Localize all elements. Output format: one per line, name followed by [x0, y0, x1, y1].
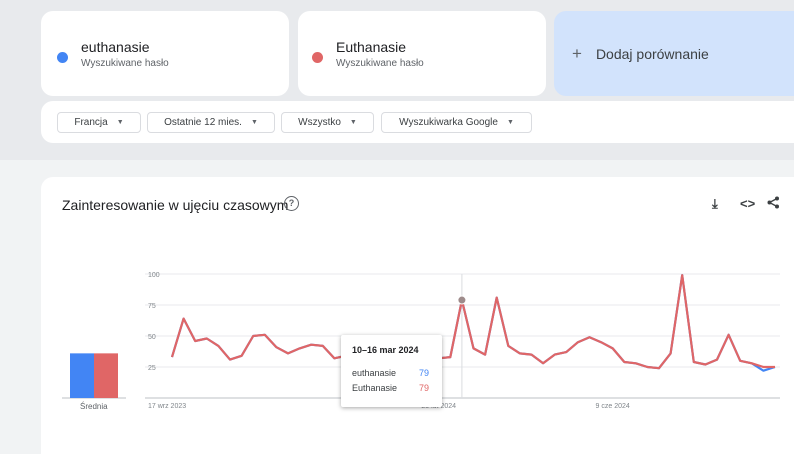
- tooltip-value: 79: [419, 382, 430, 393]
- tooltip-value: 79: [419, 367, 430, 378]
- tooltip-row: Euthanasie 79: [352, 380, 442, 395]
- y-tick-label: 100: [148, 272, 160, 279]
- series-line: [170, 274, 775, 370]
- hover-point: [457, 295, 467, 305]
- x-tick-label: 9 cze 2024: [596, 403, 630, 410]
- tooltip-term: euthanasie: [352, 367, 397, 378]
- tooltip-row: euthanasie 79: [352, 365, 442, 380]
- y-tick-label: 50: [148, 334, 156, 341]
- tooltip-date: 10–16 mar 2024: [352, 345, 419, 355]
- average-label: Średnia: [80, 402, 108, 411]
- y-tick-label: 25: [148, 365, 156, 372]
- chart-tooltip: 10–16 mar 2024 euthanasie 79 Euthanasie …: [341, 335, 442, 407]
- tooltip-term: Euthanasie: [352, 382, 398, 393]
- average-bar: [70, 353, 94, 398]
- y-tick-label: 75: [148, 303, 156, 310]
- x-tick-label: 17 wrz 2023: [148, 403, 186, 410]
- average-bar: [94, 353, 118, 398]
